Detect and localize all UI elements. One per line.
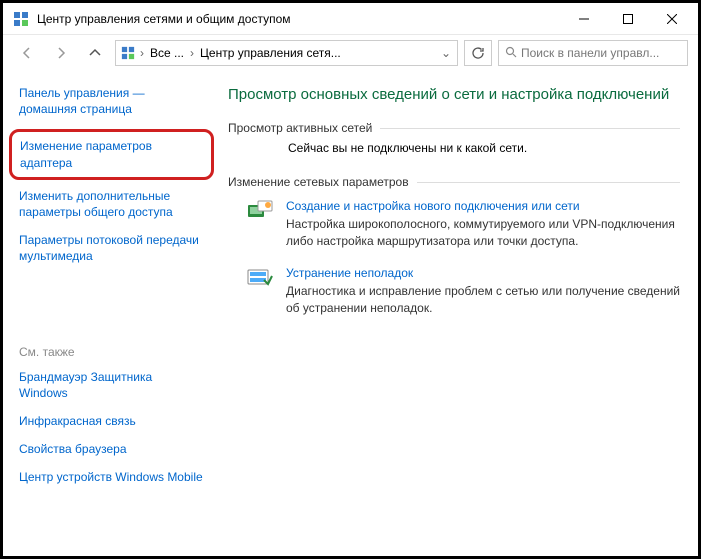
section-change-settings: Изменение сетевых параметров <box>228 175 680 189</box>
back-button[interactable] <box>13 39 41 67</box>
chevron-down-icon[interactable]: ⌄ <box>437 46 455 60</box>
see-also-label: См. также <box>19 345 204 359</box>
action-troubleshoot[interactable]: Устранение неполадок Диагностика и испра… <box>246 266 680 317</box>
action-new-connection[interactable]: Создание и настройка нового подключения … <box>246 199 680 250</box>
window-title: Центр управления сетями и общим доступом <box>37 12 562 26</box>
sidebar-link-infrared[interactable]: Инфракрасная связь <box>19 413 204 429</box>
up-button[interactable] <box>81 39 109 67</box>
action-link[interactable]: Создание и настройка нового подключения … <box>286 199 680 213</box>
action-link[interactable]: Устранение неполадок <box>286 266 680 280</box>
new-connection-icon <box>246 199 276 225</box>
titlebar: Центр управления сетями и общим доступом <box>3 3 698 35</box>
sidebar: Панель управления — домашняя страница Из… <box>3 71 220 556</box>
sidebar-link-home[interactable]: Панель управления — домашняя страница <box>19 85 204 117</box>
chevron-right-icon[interactable]: › <box>138 46 146 60</box>
no-network-message: Сейчас вы не подключены ни к какой сети. <box>288 141 680 155</box>
sidebar-link-adapter-settings[interactable]: Изменение параметров адаптера <box>20 138 203 170</box>
sidebar-link-browser[interactable]: Свойства браузера <box>19 441 204 457</box>
page-heading: Просмотр основных сведений о сети и наст… <box>228 85 680 105</box>
maximize-button[interactable] <box>606 4 650 34</box>
sidebar-link-sharing-settings[interactable]: Изменить дополнительные параметры общего… <box>19 188 204 220</box>
highlight-box: Изменение параметров адаптера <box>9 129 214 179</box>
search-icon <box>505 46 517 61</box>
breadcrumb[interactable]: › Все ... › Центр управления сетя... ⌄ <box>115 40 458 66</box>
section-active-networks: Просмотр активных сетей <box>228 121 680 135</box>
breadcrumb-item[interactable]: Центр управления сетя... <box>196 46 345 60</box>
search-input[interactable]: Поиск в панели управл... <box>498 40 688 66</box>
refresh-button[interactable] <box>464 40 492 66</box>
nav-toolbar: › Все ... › Центр управления сетя... ⌄ П… <box>3 35 698 71</box>
action-desc: Диагностика и исправление проблем с сеть… <box>286 283 680 317</box>
content-area: Панель управления — домашняя страница Из… <box>3 71 698 556</box>
sidebar-link-defender[interactable]: Брандмауэр Защитника Windows <box>19 369 204 401</box>
breadcrumb-item[interactable]: Все ... <box>146 46 188 60</box>
search-placeholder: Поиск в панели управл... <box>521 46 659 60</box>
forward-button[interactable] <box>47 39 75 67</box>
troubleshoot-icon <box>246 266 276 292</box>
network-center-icon <box>13 11 29 27</box>
sidebar-link-mobile[interactable]: Центр устройств Windows Mobile <box>19 469 204 485</box>
close-button[interactable] <box>650 4 694 34</box>
sidebar-link-streaming[interactable]: Параметры потоковой передачи мультимедиа <box>19 232 204 264</box>
action-desc: Настройка широкополосного, коммутируемог… <box>286 216 680 250</box>
main-panel: Просмотр основных сведений о сети и наст… <box>220 71 698 556</box>
minimize-button[interactable] <box>562 4 606 34</box>
chevron-right-icon[interactable]: › <box>188 46 196 60</box>
network-center-icon <box>118 46 138 60</box>
